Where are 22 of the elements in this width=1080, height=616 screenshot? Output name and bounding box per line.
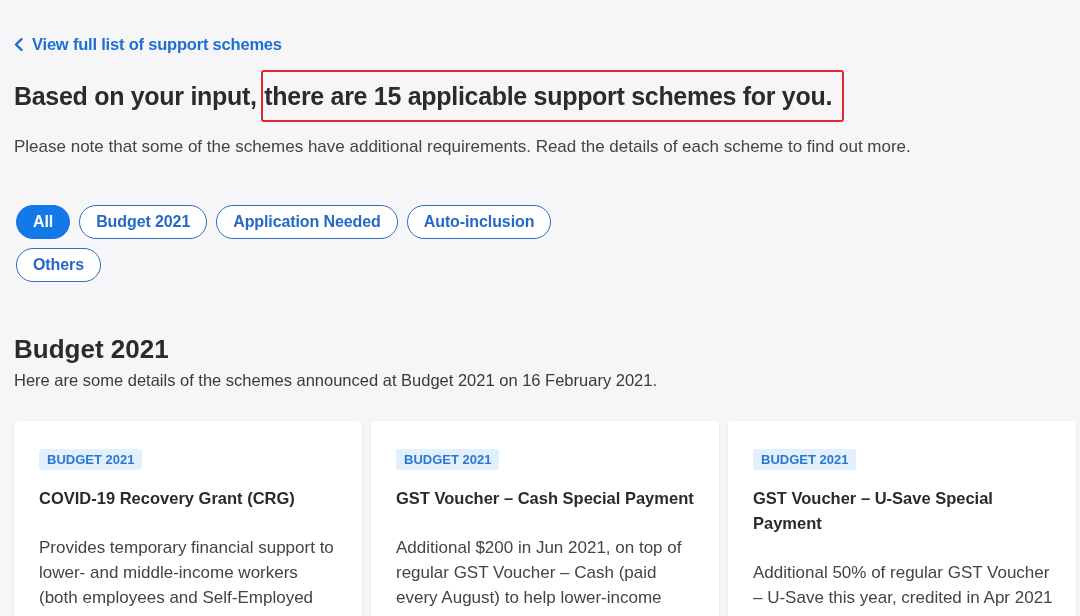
filter-chip[interactable]: All [16,205,71,239]
scheme-card[interactable]: BUDGET 2021 GST Voucher – Cash Special Payment Additional $200 in Jun 2021, on top of regular GST Voucher – Cash (paid every August) to help lower-income [371,421,719,616]
scheme-title: GST Voucher – Cash Special Payment [396,488,695,509]
chevron-left-icon [14,37,23,51]
filter-chip[interactable]: Others [16,248,101,282]
scheme-card[interactable]: BUDGET 2021 GST Voucher – U-Save Special Payment Additional 50% of regular GST Voucher – U-Save this year, credited in Apr 2021 [728,421,1076,616]
note-text: Please note that some of the schemes have additional requirements. Read the details of each scheme to find out more. [14,136,911,158]
scheme-description: Additional $200 in Jun 2021, on top of regular GST Voucher – Cash (paid every August) to help lower-income [396,537,683,609]
category-tag: BUDGET 2021 [753,449,857,470]
filter-chip[interactable]: Auto-inclusion [406,205,552,239]
category-tag: BUDGET 2021 [396,449,500,470]
back-link[interactable]: View full list of support schemes [14,34,282,54]
filter-chip[interactable]: Application Needed [216,205,398,239]
scheme-description: Provides temporary financial support to lower- and middle-income workers (both employees and Self-Employed [39,537,335,609]
section-subtitle: Here are some details of the schemes announced at Budget 2021 on 16 February 2021. [14,370,657,391]
filter-chip[interactable]: Budget 2021 [79,205,208,239]
scheme-title: COVID-19 Recovery Grant (CRG) [39,488,296,509]
section-heading: Budget 2021 [14,333,169,366]
scheme-card[interactable]: BUDGET 2021 COVID-19 Recovery Grant (CRG) Provides temporary financial support to lower- and middle-income workers (both employees and Self-Employed [14,421,362,616]
scheme-title: GST Voucher – U-Save Special Payment [753,488,994,534]
category-tag: BUDGET 2021 [39,449,143,470]
scheme-description: Additional 50% of regular GST Voucher – U-Save this year, credited in Apr 2021 [753,562,1054,609]
